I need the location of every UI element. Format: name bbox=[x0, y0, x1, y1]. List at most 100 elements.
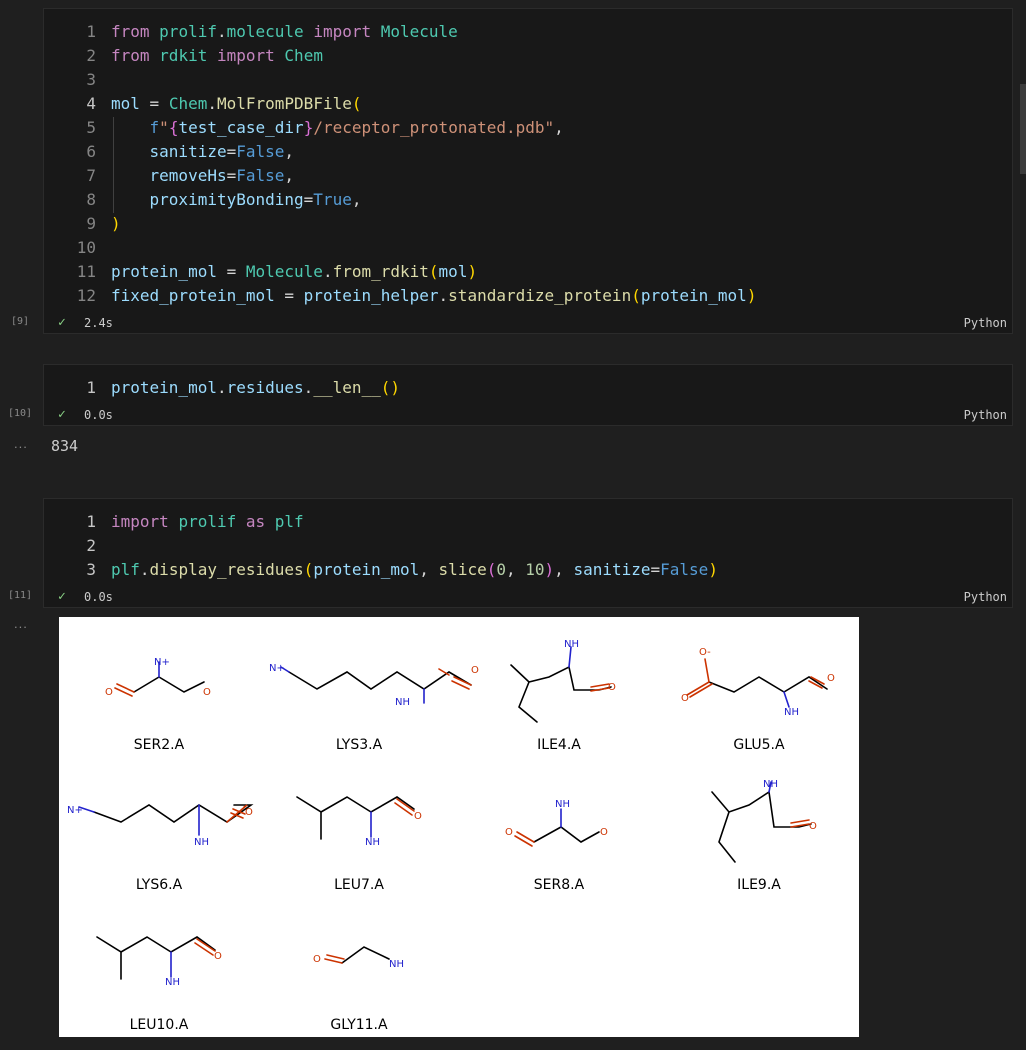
cell-status-bar: ✓ 0.0s Python bbox=[44, 405, 1012, 425]
atom-label: O bbox=[471, 665, 479, 676]
code-cell-2[interactable]: 1 protein_mol.residues.__len__() ✓ 0.0s P… bbox=[43, 364, 1013, 426]
code-token: , bbox=[554, 560, 574, 579]
code-line[interactable]: 12 fixed_protein_mol = protein_helper.sta… bbox=[44, 284, 757, 308]
code-text: protein_mol.residues.__len__() bbox=[111, 378, 400, 397]
code-token: plf bbox=[274, 512, 304, 531]
atom-label: N+ bbox=[67, 805, 83, 816]
indent-guide bbox=[113, 117, 114, 213]
code-token: as bbox=[245, 512, 266, 531]
code-line[interactable]: 5 f"{test_case_dir}/receptor_protonated.… bbox=[44, 116, 564, 140]
execution-time: 0.0s bbox=[84, 408, 113, 422]
code-token: Chem bbox=[168, 94, 208, 113]
line-number: 2 bbox=[86, 46, 96, 65]
output-menu-icon[interactable]: ... bbox=[14, 436, 28, 451]
scrollbar-thumb[interactable] bbox=[1020, 84, 1026, 174]
code-token: . bbox=[216, 22, 227, 41]
atom-label: NH bbox=[784, 707, 799, 718]
output-menu-icon[interactable]: ... bbox=[14, 616, 28, 631]
code-token: ( bbox=[351, 94, 362, 113]
code-token: test_case_dir bbox=[178, 118, 304, 137]
line-number: 2 bbox=[86, 536, 96, 555]
line-number: 1 bbox=[86, 378, 96, 397]
code-token: protein_mol bbox=[111, 378, 217, 397]
atom-label: O bbox=[827, 673, 835, 684]
atom-label: NH bbox=[389, 959, 404, 970]
residue-label: LEU10.A bbox=[130, 1017, 189, 1033]
residue-label: LEU7.A bbox=[334, 877, 384, 893]
code-line[interactable]: 2 bbox=[44, 534, 111, 558]
code-token: molecule bbox=[226, 22, 304, 41]
code-token: , bbox=[554, 118, 564, 137]
code-token: . bbox=[139, 560, 150, 579]
code-cell-1[interactable]: 1 from prolif.molecule import Molecule 2 fr… bbox=[43, 8, 1013, 334]
atom-label: O bbox=[214, 951, 222, 962]
code-line[interactable]: 6 sanitize=False, bbox=[44, 140, 294, 164]
execution-count: [10] bbox=[7, 408, 33, 419]
code-token: protein_mol bbox=[313, 560, 420, 579]
code-token: ) bbox=[467, 262, 478, 281]
atom-label: O bbox=[600, 827, 608, 838]
code-token: prolif bbox=[159, 22, 217, 41]
code-token: sanitize bbox=[149, 142, 227, 161]
code-token: ) bbox=[111, 214, 121, 233]
cell-status-bar: ✓ 2.4s Python bbox=[44, 313, 1012, 333]
code-text: plf.display_residues(protein_mol, slice(… bbox=[111, 560, 718, 579]
code-token: False bbox=[236, 166, 285, 185]
code-line[interactable]: 8 proximityBonding=True, bbox=[44, 188, 361, 212]
language-selector[interactable]: Python bbox=[964, 316, 1007, 330]
atom-label: NH bbox=[165, 977, 180, 988]
code-token: import bbox=[111, 512, 169, 531]
code-line[interactable]: 11 protein_mol = Molecule.from_rdkit(mol) bbox=[44, 260, 477, 284]
code-token: , bbox=[284, 142, 295, 161]
code-token: . bbox=[438, 286, 449, 305]
code-token: = bbox=[303, 190, 314, 209]
code-token: import bbox=[216, 46, 275, 65]
code-line[interactable]: 3 bbox=[44, 68, 111, 92]
code-token: protein_mol bbox=[640, 286, 747, 305]
atom-label: O bbox=[681, 693, 689, 704]
code-token: ( bbox=[486, 560, 497, 579]
code-line[interactable]: 1 protein_mol.residues.__len__() bbox=[44, 376, 400, 400]
code-line[interactable]: 1 import prolif as plf bbox=[44, 510, 304, 534]
code-text: from prolif.molecule import Molecule bbox=[111, 22, 458, 41]
atom-label: O bbox=[414, 811, 422, 822]
code-text: f"{test_case_dir}/receptor_protonated.pd… bbox=[111, 118, 564, 137]
code-token: protein_mol bbox=[111, 262, 217, 281]
code-token: } bbox=[303, 118, 314, 137]
code-text: mol = Chem.MolFromPDBFile( bbox=[111, 94, 361, 113]
line-number: 3 bbox=[86, 70, 96, 89]
atom-label: N+ bbox=[269, 663, 285, 674]
language-selector[interactable]: Python bbox=[964, 408, 1007, 422]
atom-label: NH bbox=[194, 837, 209, 848]
atom-label: O bbox=[608, 682, 616, 693]
code-line[interactable]: 9) bbox=[44, 212, 121, 236]
code-cell-3[interactable]: 1 import prolif as plf 2 3 plf.display_resid… bbox=[43, 498, 1013, 608]
code-text: protein_mol = Molecule.from_rdkit(mol) bbox=[111, 262, 477, 281]
code-token: mol bbox=[438, 262, 468, 281]
code-line[interactable]: 10 bbox=[44, 236, 111, 260]
code-token: standardize_protein bbox=[448, 286, 632, 305]
code-text: fixed_protein_mol = protein_helper.stand… bbox=[111, 286, 756, 305]
code-line[interactable]: 7 removeHs=False, bbox=[44, 164, 294, 188]
language-selector[interactable]: Python bbox=[964, 590, 1007, 604]
residue-label: SER2.A bbox=[134, 737, 185, 753]
atom-label: O bbox=[505, 827, 513, 838]
code-token: from_rdkit bbox=[332, 262, 429, 281]
code-token: { bbox=[168, 118, 179, 137]
code-line[interactable]: 4 mol = Chem.MolFromPDBFile( bbox=[44, 92, 361, 116]
line-number: 9 bbox=[86, 214, 96, 233]
code-line[interactable]: 3 plf.display_residues(protein_mol, slice… bbox=[44, 558, 718, 582]
code-token: plf bbox=[111, 560, 140, 579]
code-token: = bbox=[226, 166, 237, 185]
code-token: from bbox=[111, 46, 150, 65]
code-line[interactable]: 2 from rdkit import Chem bbox=[44, 44, 323, 68]
line-number: 7 bbox=[86, 166, 96, 185]
atom-label: O bbox=[105, 687, 113, 698]
code-token: sanitize bbox=[573, 560, 651, 579]
code-token: MolFromPDBFile bbox=[216, 94, 352, 113]
code-line[interactable]: 1 from prolif.molecule import Molecule bbox=[44, 20, 458, 44]
